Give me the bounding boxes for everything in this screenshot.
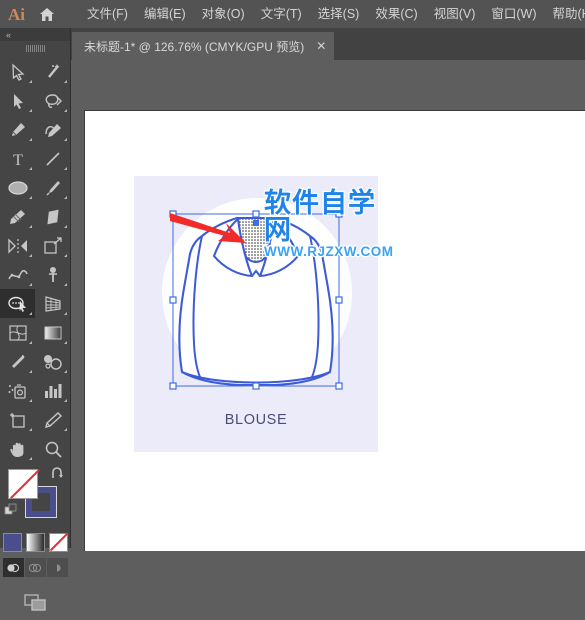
tool-flyout-indicator xyxy=(64,370,67,373)
menu-bar: Ai 文件(F) 编辑(E) 对象(O) 文字(T) 选择(S) 效果(C) 视… xyxy=(0,0,585,28)
color-mode-swatches xyxy=(0,533,70,552)
menu-item-list: 文件(F) 编辑(E) 对象(O) 文字(T) 选择(S) 效果(C) 视图(V… xyxy=(79,4,585,25)
tool-flyout-indicator xyxy=(29,341,32,344)
tool-flyout-indicator xyxy=(29,196,32,199)
home-icon[interactable] xyxy=(39,7,55,22)
free-transform-tool[interactable] xyxy=(35,260,70,289)
screen-mode-row xyxy=(0,591,70,620)
swap-fill-stroke-icon[interactable] xyxy=(50,467,64,486)
tool-flyout-indicator xyxy=(64,399,67,402)
menu-object[interactable]: 对象(O) xyxy=(194,4,253,25)
scale-tool[interactable] xyxy=(35,231,70,260)
symbol-sprayer-tool[interactable] xyxy=(0,376,35,405)
red-pointer-arrow xyxy=(168,209,254,249)
menu-view[interactable]: 视图(V) xyxy=(426,4,484,25)
tool-flyout-indicator xyxy=(29,312,32,315)
canvas-area[interactable]: BLOUSE 软件自学网 WWW.RJZXW.COM xyxy=(70,60,585,548)
app-logo: Ai xyxy=(8,6,25,23)
menu-type[interactable]: 文字(T) xyxy=(253,4,310,25)
default-fill-stroke-icon[interactable] xyxy=(4,503,18,522)
menu-window[interactable]: 窗口(W) xyxy=(483,4,544,25)
column-graph-tool[interactable] xyxy=(35,376,70,405)
tool-flyout-indicator xyxy=(29,428,32,431)
magic-wand-tool[interactable] xyxy=(35,57,70,86)
reflect-rotate-tool[interactable] xyxy=(0,231,35,260)
tool-flyout-indicator xyxy=(64,341,67,344)
tool-flyout-indicator xyxy=(64,312,67,315)
line-segment-tool[interactable] xyxy=(35,144,70,173)
tool-flyout-indicator xyxy=(29,80,32,83)
width-warp-tool[interactable] xyxy=(0,260,35,289)
tool-flyout-indicator xyxy=(29,283,32,286)
tool-flyout-indicator xyxy=(64,80,67,83)
menu-help[interactable]: 帮助(H) xyxy=(545,4,585,25)
tool-flyout-indicator xyxy=(64,428,67,431)
tool-flyout-indicator xyxy=(64,254,67,257)
tool-flyout-indicator xyxy=(29,254,32,257)
none-swatch[interactable] xyxy=(49,533,68,552)
tool-flyout-indicator xyxy=(29,399,32,402)
collapse-panel-icon[interactable]: « xyxy=(0,28,70,41)
hand-tool[interactable] xyxy=(0,434,35,463)
tools-panel: « xyxy=(0,28,71,548)
gradient-swatch[interactable] xyxy=(26,533,45,552)
flat-color-swatch[interactable] xyxy=(3,533,22,552)
eyedropper-tool[interactable] xyxy=(0,347,35,376)
direct-selection-tool[interactable] xyxy=(0,86,35,115)
close-icon[interactable]: ✕ xyxy=(316,40,326,52)
tool-flyout-indicator xyxy=(64,225,67,228)
curvature-tool[interactable] xyxy=(35,115,70,144)
screen-mode-icon[interactable] xyxy=(20,591,50,620)
tool-flyout-indicator xyxy=(29,225,32,228)
zoom-tool[interactable] xyxy=(35,434,70,463)
selection-tool[interactable] xyxy=(0,57,35,86)
blouse-card[interactable]: BLOUSE 软件自学网 WWW.RJZXW.COM xyxy=(134,176,378,452)
artboard[interactable]: BLOUSE 软件自学网 WWW.RJZXW.COM xyxy=(84,110,585,551)
shape-builder-tool[interactable] xyxy=(0,289,35,318)
paintbrush-tool[interactable] xyxy=(35,173,70,202)
drawing-modes xyxy=(0,558,70,577)
illustrator-window: Ai 文件(F) 编辑(E) 对象(O) 文字(T) 选择(S) 效果(C) 视… xyxy=(0,0,585,548)
shaper-pencil-tool[interactable] xyxy=(0,202,35,231)
menu-file[interactable]: 文件(F) xyxy=(79,4,136,25)
slice-tool[interactable] xyxy=(35,405,70,434)
draw-inside-mode[interactable] xyxy=(47,558,68,577)
type-tool[interactable]: T xyxy=(0,144,35,173)
document-tab[interactable]: 未标题-1* @ 126.76% (CMYK/GPU 预览) ✕ xyxy=(72,32,334,60)
document-tab-bar: 未标题-1* @ 126.76% (CMYK/GPU 预览) ✕ xyxy=(0,28,585,60)
svg-text:T: T xyxy=(13,152,23,168)
blend-tool[interactable] xyxy=(35,347,70,376)
tool-flyout-indicator xyxy=(29,370,32,373)
tool-flyout-indicator xyxy=(29,109,32,112)
none-slash-icon xyxy=(49,533,67,551)
tool-flyout-indicator xyxy=(29,138,32,141)
pen-tool[interactable] xyxy=(0,115,35,144)
tool-flyout-indicator xyxy=(64,283,67,286)
perspective-grid-tool[interactable] xyxy=(35,289,70,318)
tool-flyout-indicator xyxy=(29,167,32,170)
eraser-tool[interactable] xyxy=(35,202,70,231)
tool-flyout-indicator xyxy=(64,138,67,141)
menu-effect[interactable]: 效果(C) xyxy=(367,4,425,25)
fill-swatch[interactable] xyxy=(8,469,38,499)
artboard-tool[interactable] xyxy=(0,405,35,434)
draw-normal-mode[interactable] xyxy=(3,558,24,577)
draw-behind-mode[interactable] xyxy=(25,558,46,577)
artwork-caption: BLOUSE xyxy=(134,412,378,428)
fill-stroke-controls xyxy=(0,467,70,529)
menu-select[interactable]: 选择(S) xyxy=(310,4,368,25)
lasso-tool[interactable] xyxy=(35,86,70,115)
tool-flyout-indicator xyxy=(64,167,67,170)
document-tab-label: 未标题-1* @ 126.76% (CMYK/GPU 预览) xyxy=(84,38,304,55)
none-slash-icon xyxy=(10,469,40,499)
tool-flyout-indicator xyxy=(64,196,67,199)
panel-drag-grip[interactable] xyxy=(0,41,70,55)
ellipse-tool[interactable] xyxy=(0,173,35,202)
tool-flyout-indicator xyxy=(64,109,67,112)
menu-edit[interactable]: 编辑(E) xyxy=(136,4,194,25)
mesh-tool[interactable] xyxy=(0,318,35,347)
gradient-tool[interactable] xyxy=(35,318,70,347)
tool-list: T xyxy=(0,55,70,463)
tool-flyout-indicator xyxy=(29,457,32,460)
